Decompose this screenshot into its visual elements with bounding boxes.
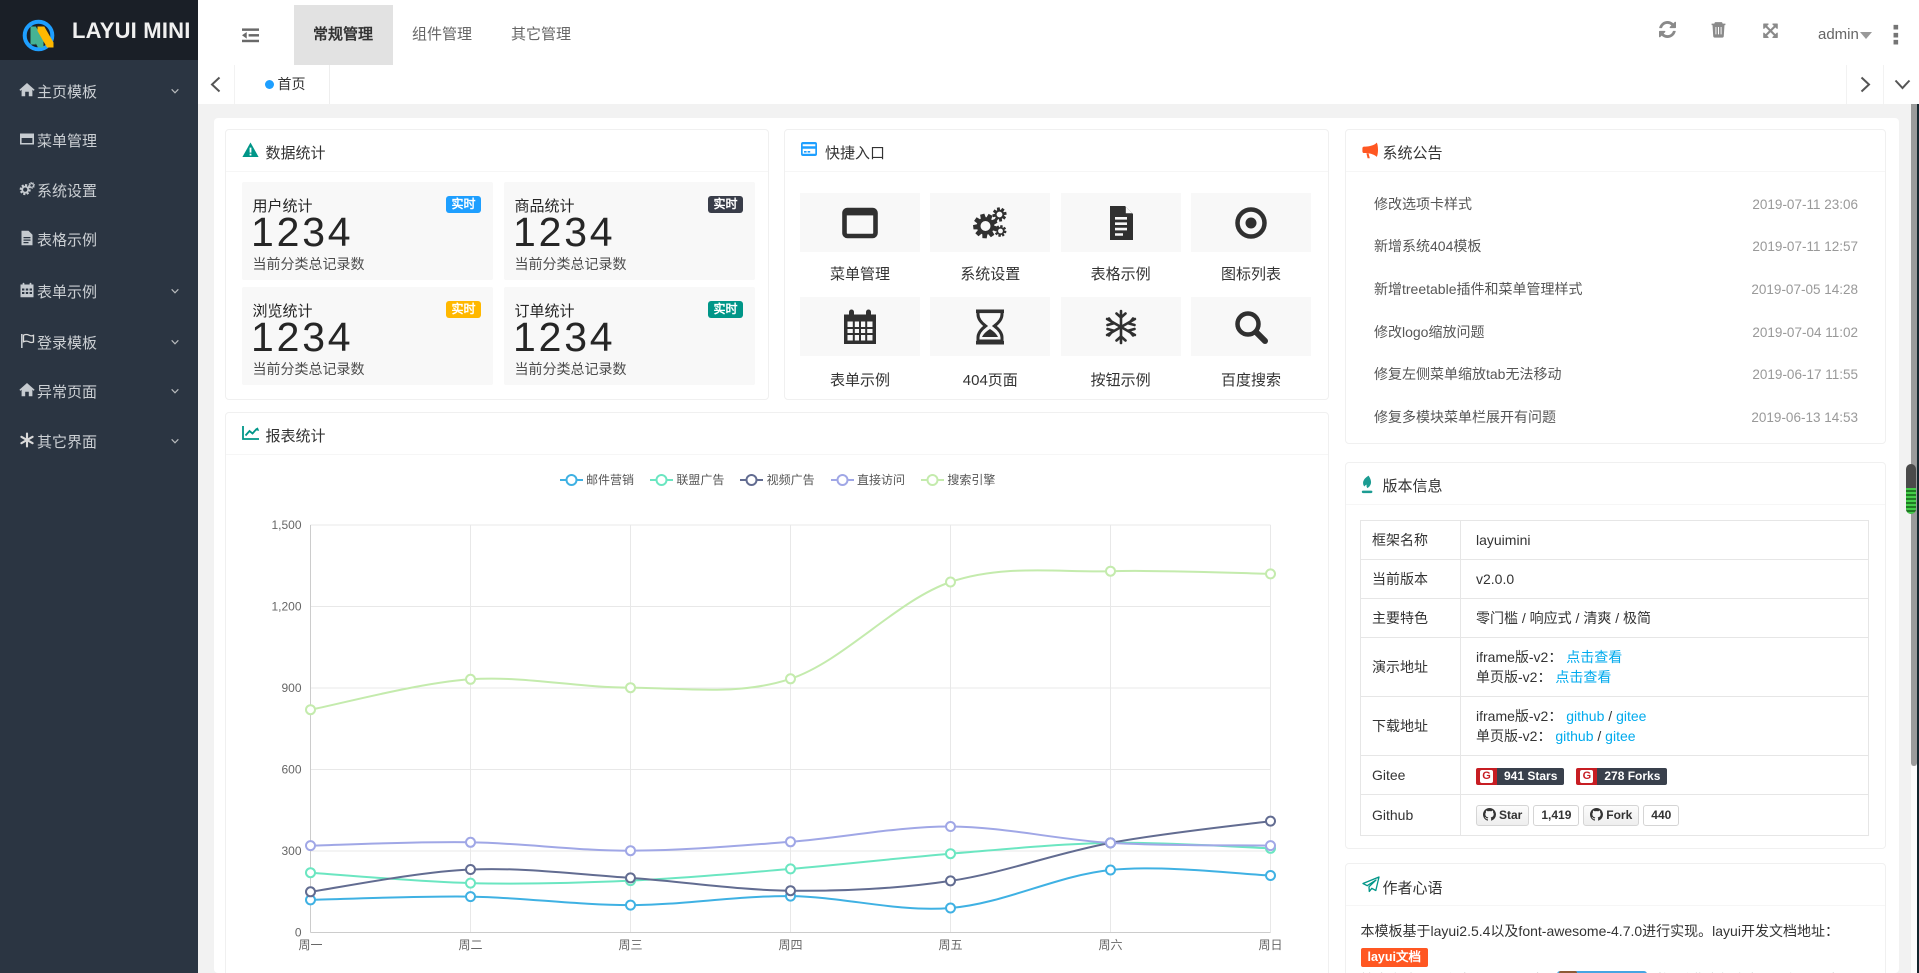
svg-text:300: 300 [281,844,301,858]
svg-text:1,500: 1,500 [271,518,301,532]
svg-text:周三: 周三 [618,938,642,952]
svg-text:周五: 周五 [938,938,962,952]
svg-text:1,200: 1,200 [271,600,301,614]
svg-text:周二: 周二 [458,938,482,952]
svg-text:周日: 周日 [1258,938,1282,952]
svg-text:周一: 周一 [298,938,322,952]
svg-text:周四: 周四 [778,938,802,952]
svg-text:600: 600 [281,763,301,777]
svg-text:周六: 周六 [1098,938,1122,952]
svg-text:900: 900 [281,681,301,695]
